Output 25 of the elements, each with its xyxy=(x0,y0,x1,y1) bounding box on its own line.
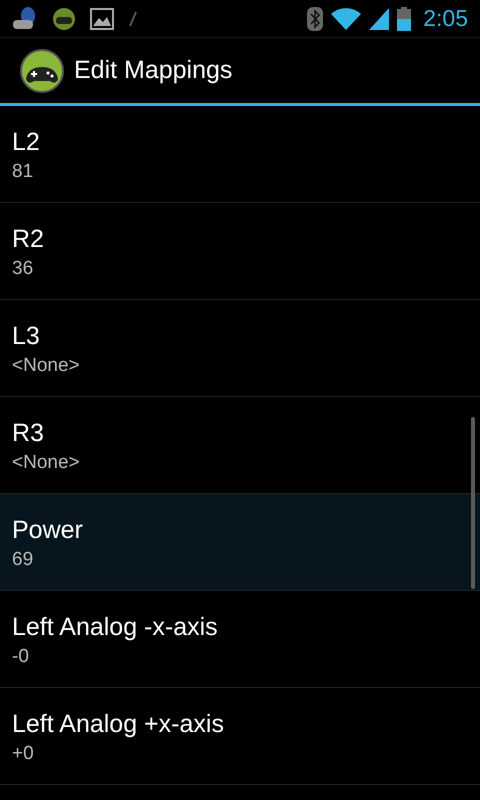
app-gamepad-icon[interactable] xyxy=(20,48,64,92)
mapping-name: Power xyxy=(12,515,83,546)
mapping-value: +0 xyxy=(12,742,34,766)
mapping-name: R2 xyxy=(12,224,44,255)
mapping-value: <None> xyxy=(12,451,80,475)
mapping-name: L2 xyxy=(12,127,40,158)
mapping-value: -0 xyxy=(12,645,29,669)
mapping-name: Left Analog +x-axis xyxy=(12,709,224,740)
mapping-value: <None> xyxy=(12,354,80,378)
mapping-value: 81 xyxy=(12,160,34,184)
mapping-name: R3 xyxy=(12,418,44,449)
mapping-value: 69 xyxy=(12,548,34,572)
image-icon xyxy=(90,8,114,30)
lightning-icon xyxy=(128,10,138,26)
wifi-icon xyxy=(331,8,362,30)
clock-time: 2:05 xyxy=(423,4,468,34)
signal-icon xyxy=(369,8,390,30)
battery-icon xyxy=(397,6,412,30)
gamepad-icon xyxy=(52,6,76,30)
screen-title: Edit Mappings xyxy=(74,54,232,86)
mapping-name: Left Analog -x-axis xyxy=(12,612,218,643)
bluetooth-icon xyxy=(307,6,324,30)
mapping-value: 36 xyxy=(12,257,34,281)
mapping-list-item[interactable]: Power 69 xyxy=(0,494,480,591)
mapping-name: L3 xyxy=(12,321,40,352)
